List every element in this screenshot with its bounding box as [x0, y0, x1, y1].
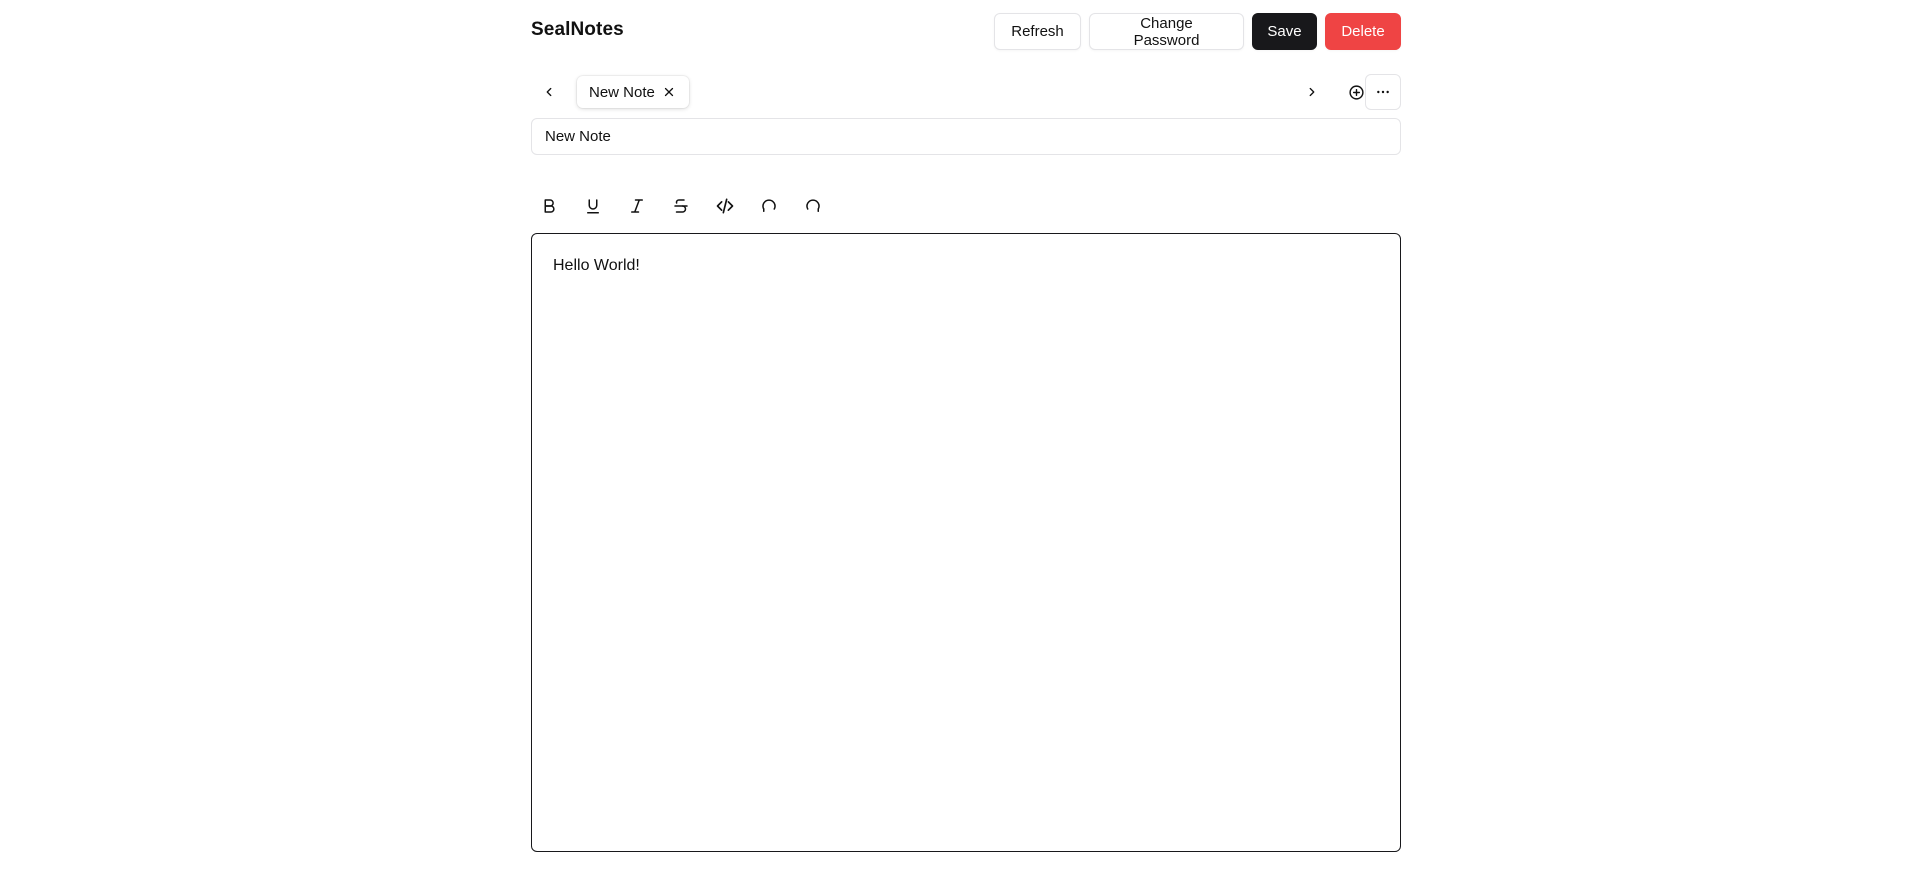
code-button[interactable] — [707, 188, 743, 224]
underline-button[interactable] — [575, 188, 611, 224]
ellipsis-icon — [1375, 84, 1391, 100]
strikethrough-button[interactable] — [663, 188, 699, 224]
redo-button[interactable] — [795, 188, 831, 224]
note-title-input[interactable] — [531, 118, 1401, 155]
save-button[interactable]: Save — [1252, 13, 1317, 50]
header: SealNotes Refresh Change Password Save D… — [531, 13, 1401, 50]
strikethrough-icon — [672, 197, 690, 215]
chevron-right-icon — [1305, 85, 1319, 99]
bold-button[interactable] — [531, 188, 567, 224]
delete-button[interactable]: Delete — [1325, 13, 1401, 50]
underline-icon — [584, 197, 602, 215]
italic-icon — [628, 197, 646, 215]
refresh-button[interactable]: Refresh — [994, 13, 1081, 50]
plus-circle-icon — [1348, 84, 1365, 101]
editor-content[interactable]: Hello World! — [553, 256, 1379, 277]
italic-button[interactable] — [619, 188, 655, 224]
formatting-toolbar — [531, 188, 831, 224]
brand-title: SealNotes — [531, 19, 624, 40]
close-icon[interactable] — [661, 84, 677, 100]
tab-new-note[interactable]: New Note — [577, 76, 689, 108]
undo-icon — [760, 197, 778, 215]
more-options-button[interactable] — [1365, 74, 1401, 110]
redo-icon — [804, 197, 822, 215]
note-editor[interactable]: Hello World! — [531, 233, 1401, 852]
header-actions: Refresh Change Password Save Delete — [994, 13, 1401, 50]
next-tab-button[interactable] — [1294, 74, 1330, 110]
code-icon — [715, 196, 735, 216]
change-password-button[interactable]: Change Password — [1089, 13, 1244, 50]
tab-label: New Note — [589, 83, 655, 101]
tabs-row: New Note — [531, 74, 1401, 110]
undo-button[interactable] — [751, 188, 787, 224]
prev-tab-button[interactable] — [531, 74, 567, 110]
chevron-left-icon — [542, 85, 556, 99]
bold-icon — [540, 197, 558, 215]
